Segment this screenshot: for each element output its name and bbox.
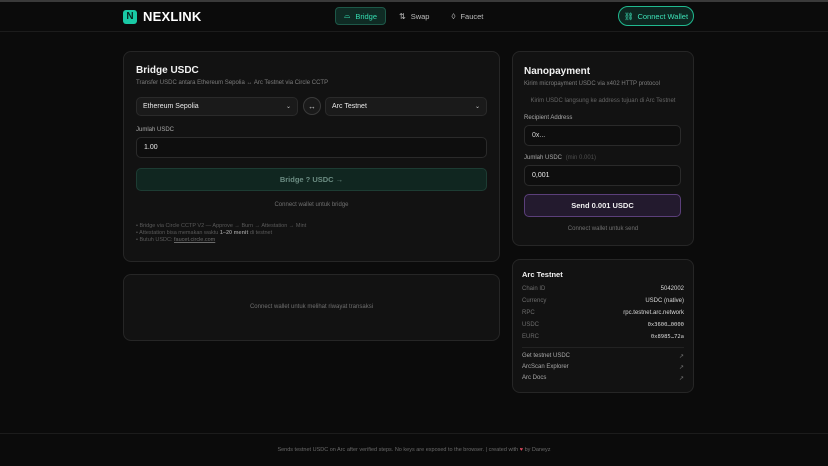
droplet-icon: ◊ — [451, 11, 456, 21]
nano-amount-label: Jumlah USDC (min 0.001) — [524, 155, 596, 161]
bridge-icon: ⌓ — [344, 11, 351, 20]
info-row-currency: Currency USDC (native) — [522, 298, 684, 304]
chevron-down-icon: ⌄ — [285, 104, 291, 110]
link-get-testnet-usdc[interactable]: Get testnet USDC ↗ — [522, 353, 684, 360]
nano-amount-value: 0,001 — [532, 172, 550, 179]
bridge-button[interactable]: Bridge ? USDC → — [136, 168, 487, 191]
bridge-subtitle: Transfer USDC antara Ethereum Sepolia ↔ … — [136, 80, 329, 86]
to-chain-select[interactable]: Arc Testnet ⌄ — [325, 97, 487, 116]
arc-testnet-title: Arc Testnet — [522, 270, 563, 279]
bridge-amount-label: Jumlah USDC — [136, 127, 175, 133]
bridge-connect-hint: Connect wallet untuk bridge — [274, 202, 349, 208]
info-row-usdc: USDC 0x3600…0000 — [522, 322, 684, 328]
recipient-input[interactable]: 0x... — [524, 125, 681, 146]
nano-amount-hint: (min 0.001) — [565, 155, 597, 161]
nano-amount-label-text: Jumlah USDC — [524, 155, 563, 161]
link-arc-docs[interactable]: Arc Docs ↗ — [522, 375, 684, 382]
info-row-eurc: EURC 0x8985…72a — [522, 334, 684, 340]
external-link-icon: ↗ — [678, 354, 684, 360]
link-label: Arc Docs — [522, 375, 547, 381]
link-label: Get testnet USDC — [522, 353, 571, 359]
tab-swap[interactable]: ⇅ Swap — [390, 7, 438, 25]
note-attestation-time: 1–20 menit — [219, 230, 249, 236]
nav-tabs: ⌓ Bridge ⇅ Swap ◊ Faucet — [335, 7, 492, 25]
from-chain-select[interactable]: Ethereum Sepolia ⌄ — [136, 97, 298, 116]
footer-author: by Daneyz — [524, 447, 551, 453]
swap-arrows-icon: ⇅ — [399, 11, 406, 21]
bridge-button-label: Bridge ? USDC → — [279, 175, 344, 184]
info-value: USDC (native) — [645, 298, 684, 304]
info-key: RPC — [522, 310, 535, 316]
chevron-down-icon: ⌄ — [474, 104, 480, 110]
recipient-label: Recipient Address — [524, 115, 573, 121]
footer-divider — [0, 433, 828, 434]
note-faucet: • Butuh USDC: faucet.circle.com — [136, 237, 306, 244]
info-key: Chain ID — [522, 286, 546, 292]
bridge-amount-input[interactable]: 1.00 — [136, 137, 487, 158]
info-row-rpc: RPC rpc.testnet.arc.network — [522, 310, 684, 316]
history-empty-text: Connect wallet untuk melihat riwayat tra… — [249, 304, 374, 310]
send-button[interactable]: Send 0.001 USDC — [524, 194, 681, 217]
to-chain-value: Arc Testnet — [332, 103, 367, 110]
bridge-notes: • Bridge via Circle CCTP V2 — Approve → … — [136, 223, 306, 244]
brand-logo[interactable]: N NEXLINK — [123, 9, 201, 24]
brand-name: NEXLINK — [143, 9, 202, 24]
bridge-amount-value: 1.00 — [144, 144, 158, 151]
connect-wallet-label: Connect Wallet — [637, 11, 689, 21]
nano-connect-hint: Connect wallet untuk send — [567, 226, 639, 232]
external-link-icon: ↗ — [678, 365, 684, 371]
nanopayment-title: Nanopayment — [524, 66, 591, 77]
nano-amount-input[interactable]: 0,001 — [524, 165, 681, 186]
send-button-label: Send 0.001 USDC — [571, 201, 634, 210]
external-link-icon: ↗ — [678, 376, 684, 382]
link-icon: ⛓ — [623, 11, 634, 21]
tab-bridge-label: Bridge — [355, 11, 378, 21]
connect-wallet-button[interactable]: ⛓ Connect Wallet — [618, 6, 694, 26]
tab-swap-label: Swap — [410, 11, 430, 21]
swap-direction-icon: ↔ — [308, 101, 316, 111]
tab-bridge[interactable]: ⌓ Bridge — [335, 7, 387, 25]
bridge-title: Bridge USDC — [136, 65, 199, 76]
from-chain-value: Ethereum Sepolia — [143, 103, 199, 110]
info-value: rpc.testnet.arc.network — [623, 310, 684, 316]
note-attestation-post: di testnet — [248, 230, 273, 236]
logo-mark-icon: N — [123, 9, 137, 24]
note-faucet-pre: • Butuh USDC: — [136, 237, 174, 243]
info-row-chain-id: Chain ID 5042002 — [522, 286, 684, 292]
arc-divider — [522, 347, 684, 348]
recipient-placeholder: 0x... — [532, 132, 546, 139]
info-key: USDC — [522, 322, 540, 328]
link-arcscan-explorer[interactable]: ArcScan Explorer ↗ — [522, 364, 684, 371]
info-key: EURC — [522, 334, 540, 340]
footer: Sends testnet USDC on Arc after verified… — [0, 447, 828, 453]
note-attestation: • Attestation bisa memakan waktu 1–20 me… — [136, 230, 306, 237]
info-value: 0x3600…0000 — [647, 322, 684, 328]
nanopayment-subtitle: Kirim micropayment USDC via x402 HTTP pr… — [524, 81, 660, 87]
link-label: ArcScan Explorer — [522, 364, 569, 370]
note-cctp: • Bridge via Circle CCTP V2 — Approve → … — [136, 223, 307, 229]
faucet-link[interactable]: faucet.circle.com — [174, 237, 215, 243]
heart-icon: ♥ — [519, 447, 524, 453]
navbar: N NEXLINK ⌓ Bridge ⇅ Swap ◊ Faucet ⛓ Con… — [0, 2, 828, 32]
info-key: Currency — [522, 298, 547, 304]
tab-faucet[interactable]: ◊ Faucet — [442, 7, 492, 25]
info-value: 0x8985…72a — [650, 334, 684, 340]
note-attestation-pre: • Attestation bisa memakan waktu — [136, 230, 220, 236]
swap-direction-button[interactable]: ↔ — [303, 97, 321, 115]
info-value: 5042002 — [660, 286, 684, 292]
tab-faucet-label: Faucet — [460, 11, 484, 21]
nanopayment-description: Kirim USDC langsung ke address tujuan di… — [530, 98, 676, 104]
footer-text: Sends testnet USDC on Arc after verified… — [277, 447, 519, 453]
